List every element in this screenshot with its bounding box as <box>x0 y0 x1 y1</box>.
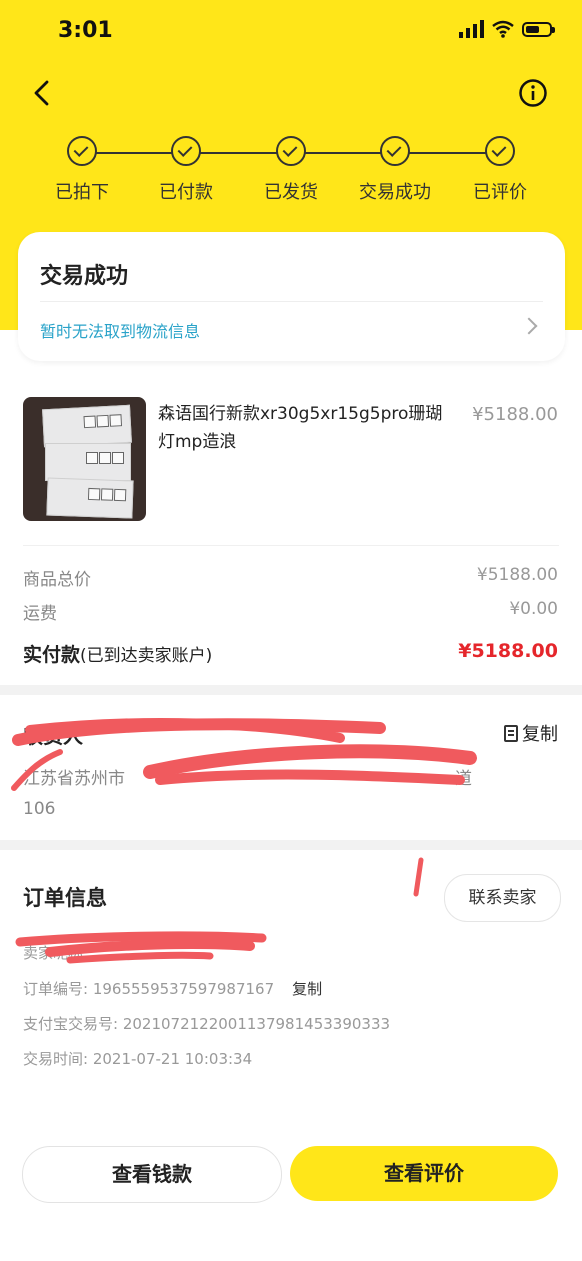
paid-value: ¥5188.00 <box>458 640 558 662</box>
shipping-value: ¥0.00 <box>509 599 558 619</box>
info-icon[interactable] <box>518 78 548 108</box>
step-shipped: 已发货 <box>231 136 351 204</box>
receiver-label: 收货人 <box>23 724 83 748</box>
paid-note: (已到达卖家账户) <box>80 646 213 666</box>
section-gap <box>0 685 582 695</box>
redaction-mark <box>413 857 424 897</box>
address-line2: 106 <box>23 799 56 819</box>
battery-icon <box>522 21 555 37</box>
copy-address-button[interactable]: 复制 <box>504 720 558 746</box>
divider <box>40 301 543 302</box>
view-payment-button[interactable]: 查看钱款 <box>22 1146 282 1203</box>
status-time: 3:01 <box>58 18 113 43</box>
step-label: 已拍下 <box>55 182 109 203</box>
address-line1: 江苏省苏州市 <box>23 769 125 789</box>
address-text: 江苏省苏州市 道 106 <box>23 764 483 824</box>
order-number: 订单编号: 1965559537597987167 <box>23 980 275 998</box>
chevron-right-icon[interactable] <box>520 317 538 335</box>
logistics-link[interactable]: 暂时无法取到物流信息 <box>40 318 200 342</box>
trade-time: 交易时间: 2021-07-21 10:03:34 <box>23 1050 253 1068</box>
trade-time-row: 交易时间: 2021-07-21 10:03:34 <box>23 1048 252 1069</box>
product-box <box>42 404 132 448</box>
seller-nickname-label: 卖家昵称 <box>23 944 84 962</box>
product-price: ¥5188.00 <box>472 404 558 425</box>
check-icon <box>171 136 201 166</box>
paid-label: 实付款 <box>23 644 81 666</box>
seller-nickname-row: 卖家昵称 <box>23 942 83 963</box>
step-completed: 交易成功 <box>335 136 455 204</box>
copy-icon <box>504 724 518 742</box>
order-status-title: 交易成功 <box>40 264 129 289</box>
product-box <box>45 443 131 481</box>
product-name[interactable]: 森语国行新款xr30g5xr15g5pro珊瑚灯mp造浪 <box>158 400 448 456</box>
check-icon <box>67 136 97 166</box>
step-paid: 已付款 <box>126 136 246 204</box>
address-line1-end: 道 <box>455 769 472 789</box>
check-icon <box>276 136 306 166</box>
copy-order-number-button[interactable]: 复制 <box>292 980 322 998</box>
step-label: 已付款 <box>159 182 213 203</box>
status-bar: 3:01 <box>0 0 582 64</box>
back-arrow-icon[interactable] <box>28 78 58 108</box>
order-info-title: 订单信息 <box>23 886 107 910</box>
order-progress: 已拍下 已付款 已发货 交易成功 已评价 <box>0 132 582 212</box>
copy-address-label: 复制 <box>522 724 558 745</box>
contact-seller-button[interactable]: 联系卖家 <box>444 874 561 922</box>
check-icon <box>380 136 410 166</box>
goods-total-row: 商品总价 ¥5188.00 <box>23 565 558 590</box>
section-gap <box>0 840 582 850</box>
signal-icon <box>459 20 484 38</box>
goods-total-value: ¥5188.00 <box>476 565 558 585</box>
divider <box>23 545 559 546</box>
status-icons <box>459 20 555 38</box>
view-review-button[interactable]: 查看评价 <box>290 1146 558 1201</box>
order-status-card: 交易成功 暂时无法取到物流信息 <box>18 232 565 361</box>
product-image[interactable] <box>23 397 146 521</box>
step-reviewed: 已评价 <box>440 136 560 204</box>
product-box <box>46 477 134 519</box>
paid-row: 实付款(已到达卖家账户) ¥5188.00 <box>23 640 558 667</box>
step-label: 已发货 <box>264 182 318 203</box>
order-number-row: 订单编号: 1965559537597987167 复制 <box>23 978 322 999</box>
shipping-row: 运费 ¥0.00 <box>23 599 558 624</box>
wifi-icon <box>492 20 514 38</box>
goods-total-label: 商品总价 <box>23 570 91 590</box>
shipping-label: 运费 <box>23 604 57 624</box>
alipay-number-row: 支付宝交易号: 2021072122001137981453390333 <box>23 1013 390 1034</box>
check-icon <box>485 136 515 166</box>
step-ordered: 已拍下 <box>22 136 142 204</box>
step-label: 交易成功 <box>359 182 431 203</box>
alipay-number: 支付宝交易号: 2021072122001137981453390333 <box>23 1015 391 1033</box>
step-label: 已评价 <box>473 182 527 203</box>
